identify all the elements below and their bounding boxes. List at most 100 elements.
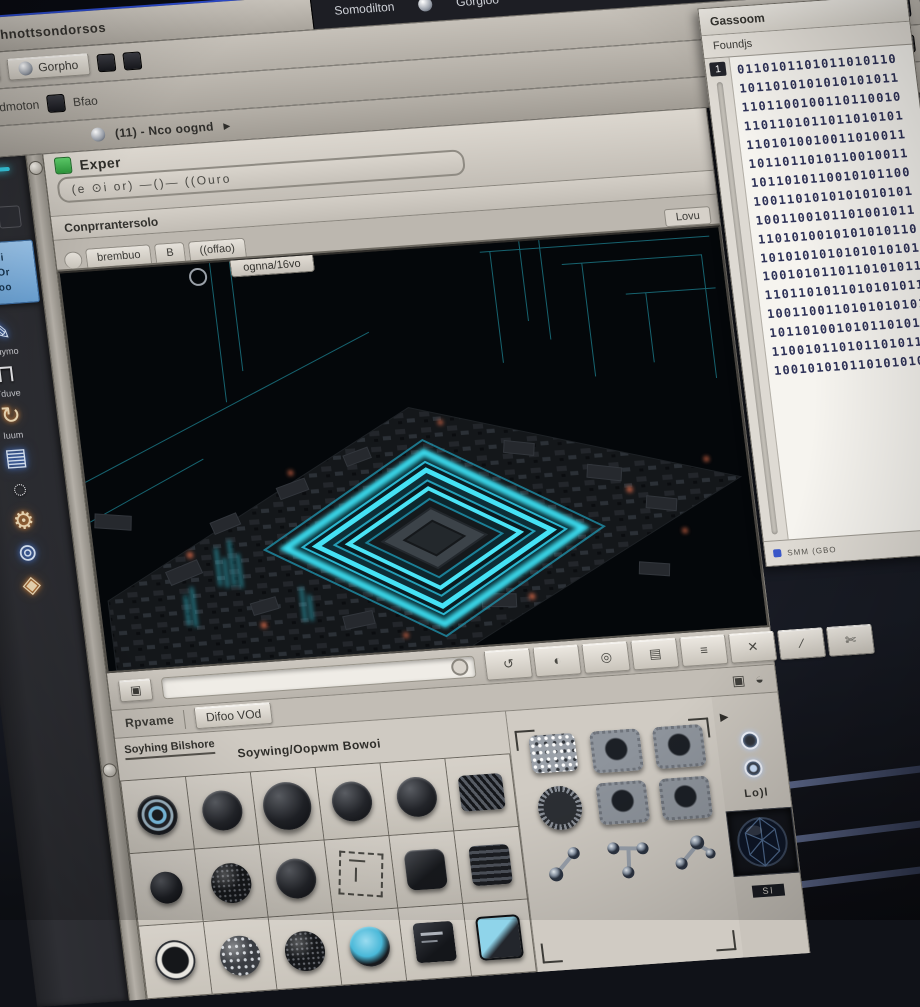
- palette-item[interactable]: [325, 836, 399, 913]
- edit-tool-button[interactable]: ✄: [826, 623, 876, 656]
- scrollbar-top-knob[interactable]: [28, 161, 44, 176]
- scrollbar-thumb[interactable]: [102, 763, 118, 778]
- toggle-icon[interactable]: [46, 94, 66, 113]
- idmoton-label[interactable]: Idmoton: [0, 98, 40, 115]
- chip-silver-icon[interactable]: [528, 733, 579, 774]
- radio-option[interactable]: [740, 731, 760, 750]
- component-thumb-icon: [338, 851, 383, 898]
- selection-bracket-icon: [514, 730, 536, 751]
- component-thumb-icon: [403, 848, 448, 891]
- dock-toggle-icon[interactable]: [0, 205, 22, 228]
- edit-tool-button[interactable]: ≡: [679, 634, 729, 667]
- line-number: 1: [709, 62, 727, 77]
- palette-item[interactable]: [251, 768, 325, 845]
- device-preview-panel: [506, 697, 743, 972]
- palette-item[interactable]: [389, 831, 463, 908]
- tab-preview[interactable]: Rpvame: [124, 713, 175, 730]
- app-window: Chnottsondorsos Somodilton Gorgioo Cots …: [0, 0, 920, 995]
- edit-tool-button[interactable]: ✕: [728, 630, 778, 663]
- sidebar-tool[interactable]: ◈: [15, 572, 49, 600]
- chip-bga-icon[interactable]: [658, 776, 713, 821]
- molecule-icon[interactable]: [540, 838, 593, 885]
- toggle-icon[interactable]: [96, 53, 116, 72]
- footer-text: SMM (GBO: [787, 545, 837, 557]
- sphere-label: Sl: [752, 884, 785, 898]
- selection-bracket-icon: [714, 930, 736, 951]
- palette-item[interactable]: [195, 845, 269, 922]
- edit-tool-button[interactable]: ◎: [582, 640, 632, 673]
- sidebar-tool[interactable]: ▤: [0, 445, 33, 473]
- selected-tool-card[interactable]: JBAiNTTOrGMloo: [0, 239, 40, 308]
- palette-item[interactable]: [204, 918, 278, 995]
- palette-item[interactable]: [381, 759, 455, 836]
- palette-grid: [120, 753, 537, 999]
- clipboard-icon[interactable]: ▣: [731, 672, 746, 690]
- status-green-icon: [54, 157, 73, 175]
- molecule-icon[interactable]: [603, 834, 656, 881]
- menu-item[interactable]: Somodilton: [325, 0, 403, 20]
- component-thumb-icon: [200, 789, 245, 832]
- exper-title: Exper: [79, 154, 122, 173]
- selection-bracket-icon: [541, 942, 563, 963]
- mesh-sphere-tile[interactable]: [726, 807, 800, 877]
- sidebar-tool[interactable]: ⊚: [11, 540, 45, 568]
- chip-bga-icon[interactable]: [595, 780, 650, 825]
- molecule-icon[interactable]: [665, 829, 718, 876]
- sidebar-tool[interactable]: ⊓ Tduve: [0, 362, 24, 400]
- palette-item[interactable]: [316, 763, 390, 840]
- breadcrumb-arrow-icon: ▸: [223, 118, 231, 132]
- chip-bga-icon[interactable]: [589, 728, 644, 773]
- menu-item[interactable]: Gorgioo: [447, 0, 508, 12]
- palette-item[interactable]: [398, 904, 472, 981]
- sidebar-tool[interactable]: ✎ Bruymo: [0, 320, 19, 358]
- component-thumb-icon: [395, 776, 440, 819]
- edit-tool-button[interactable]: ▤: [630, 637, 680, 670]
- geodesic-sphere-icon: [731, 812, 794, 872]
- tool-icon: ◌: [11, 477, 28, 502]
- droplet-icon[interactable]: ◒: [754, 671, 764, 687]
- tab-plot[interactable]: ((offao): [188, 238, 247, 261]
- component-thumb-icon: [468, 844, 513, 887]
- tool-icon: ⊚: [16, 541, 39, 566]
- menu-button[interactable]: Fignju: [0, 59, 1, 86]
- active-indicator: [0, 167, 10, 175]
- tool-icon: ✎: [0, 320, 12, 345]
- knurled-knob-icon[interactable]: [536, 785, 585, 832]
- breadcrumb[interactable]: (11) - Nco oognd: [114, 120, 214, 141]
- tab-device[interactable]: Difoo VOd: [194, 702, 274, 729]
- menu-button[interactable]: Gorpho: [6, 53, 91, 81]
- tab-indicator-icon[interactable]: [63, 251, 83, 269]
- play-icon[interactable]: ▶: [719, 710, 729, 724]
- palette-item[interactable]: [130, 850, 204, 927]
- palette-item[interactable]: [454, 827, 528, 904]
- palette-item[interactable]: [186, 772, 260, 849]
- palette-item[interactable]: [121, 777, 195, 854]
- tab-b[interactable]: B: [154, 242, 186, 263]
- status-dot-icon: [773, 549, 782, 558]
- graph-icon: [17, 61, 33, 76]
- palette-item[interactable]: [463, 899, 537, 976]
- level-chip[interactable]: Lovu: [664, 206, 712, 227]
- tool-label: Tduve: [0, 388, 21, 400]
- circuit-render: [60, 228, 767, 672]
- field-icon[interactable]: ▣: [118, 678, 154, 702]
- component-thumb-icon: [412, 921, 457, 964]
- palette-item[interactable]: [260, 840, 334, 917]
- sidebar-tool[interactable]: ◌: [3, 477, 37, 505]
- rail-label: Lo)l: [744, 786, 770, 800]
- tab-drawing[interactable]: brembuo: [85, 244, 153, 267]
- edit-tool-button[interactable]: ∕: [777, 627, 827, 660]
- toggle-icon[interactable]: [122, 51, 142, 70]
- sidebar-tool[interactable]: ↻ Iuum: [0, 403, 29, 441]
- edit-tool-button[interactable]: ◐: [533, 644, 583, 677]
- sidebar-tool[interactable]: ⚙: [7, 509, 41, 537]
- palette-item[interactable]: [334, 908, 408, 985]
- tool-icon: ⊓: [0, 362, 17, 387]
- card-line: GMloo: [0, 279, 34, 299]
- radio-option-selected[interactable]: [743, 759, 763, 778]
- palette-item[interactable]: [445, 754, 519, 831]
- palette-item[interactable]: [139, 922, 213, 999]
- design-canvas[interactable]: ognna/16vo: [58, 226, 770, 674]
- edit-tool-button[interactable]: ↺: [484, 647, 534, 680]
- palette-item[interactable]: [269, 913, 343, 990]
